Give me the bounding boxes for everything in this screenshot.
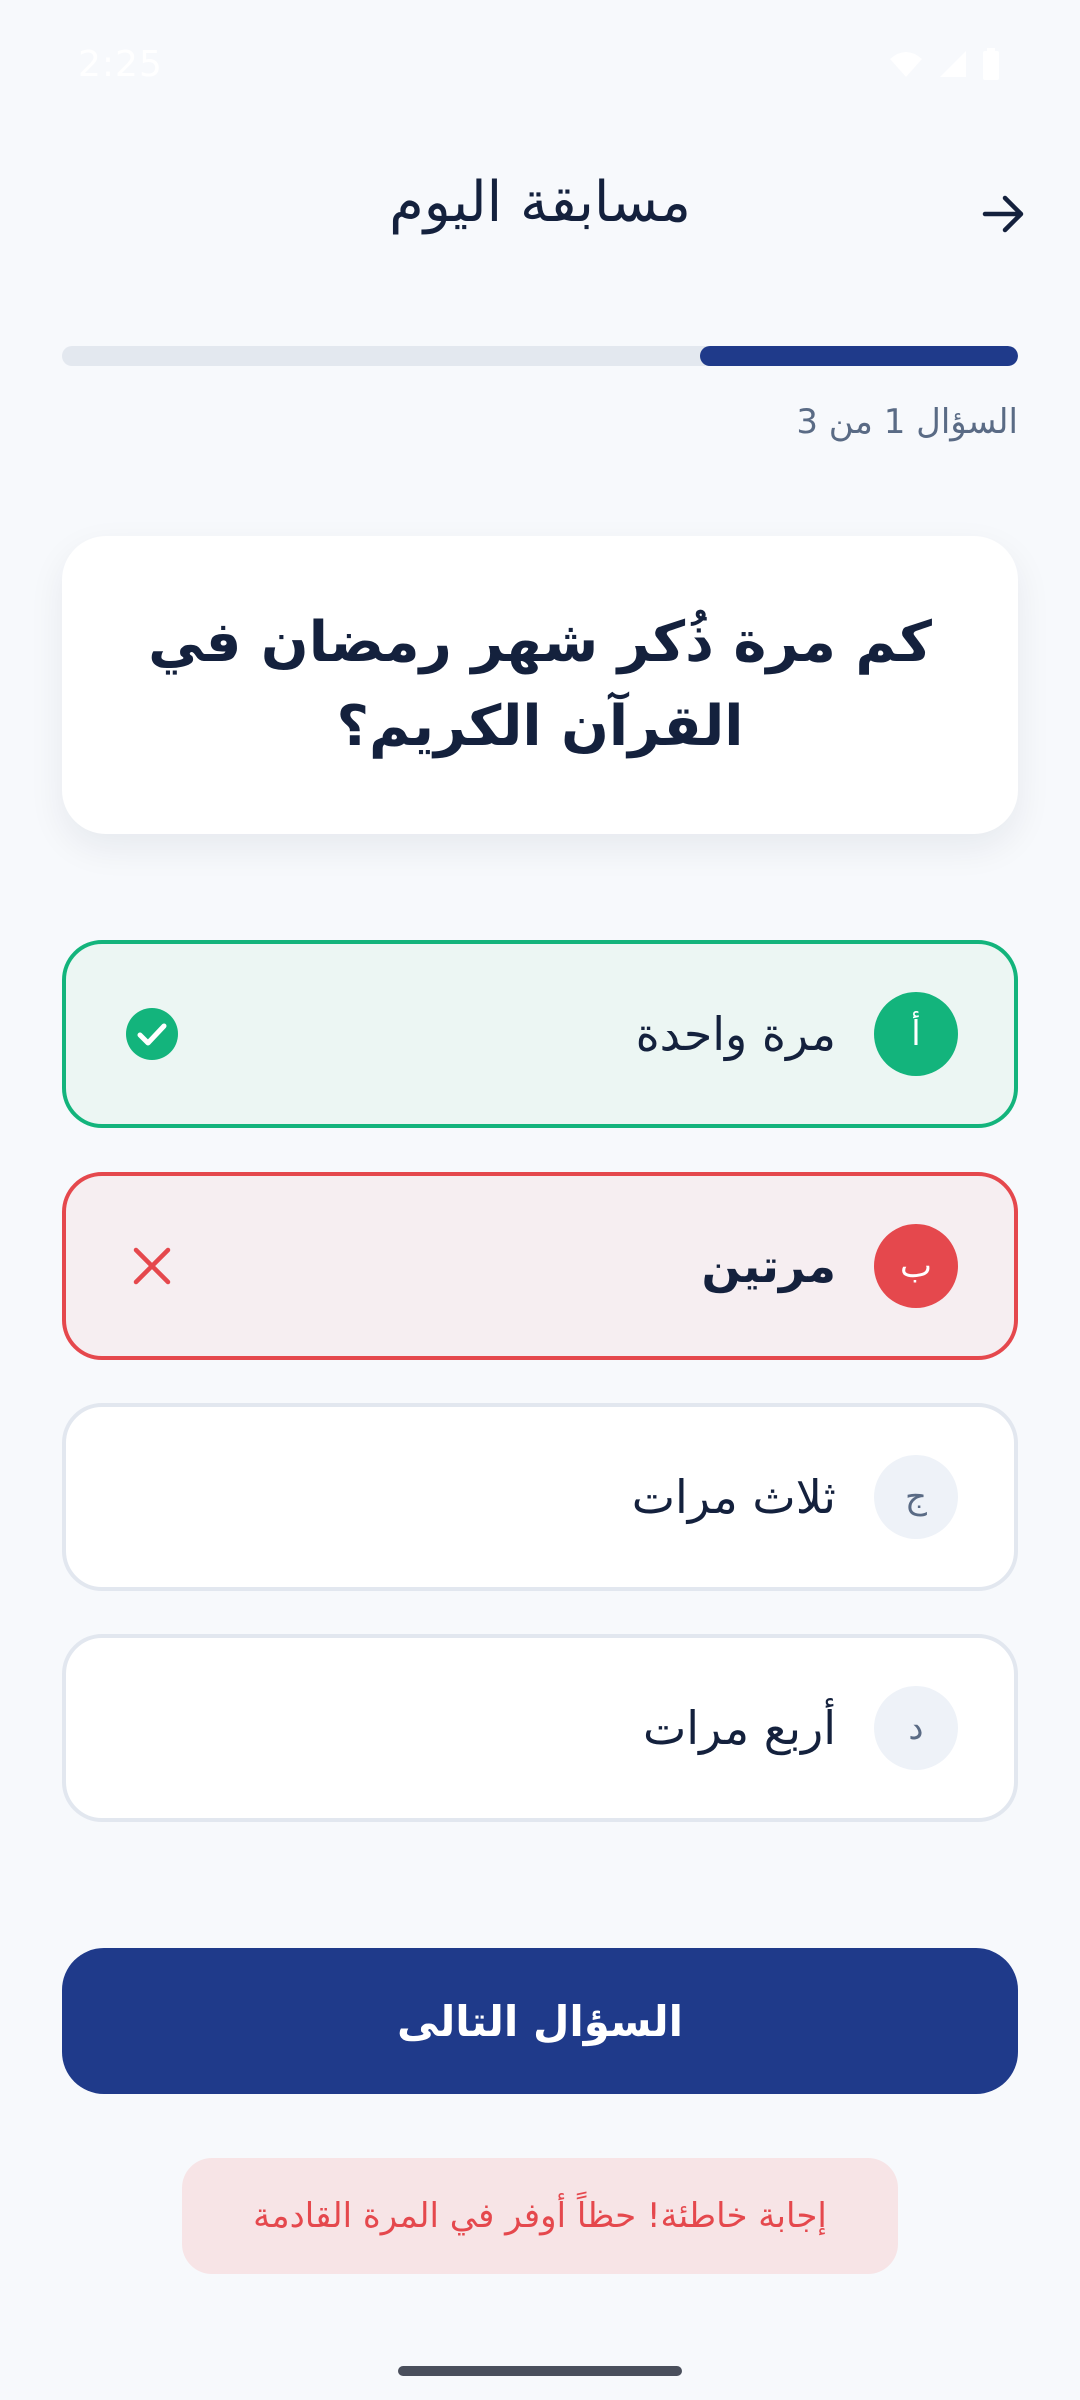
feedback-banner: إجابة خاطئة! حظاً أوفر في المرة القادمة [182, 2158, 898, 2274]
option-text: مرتين [701, 1239, 836, 1293]
progress-bar [62, 346, 1018, 366]
option-b[interactable]: ب مرتين [62, 1172, 1018, 1360]
option-text: أربع مرات [642, 1701, 836, 1755]
option-letter: ج [874, 1455, 958, 1539]
next-question-button[interactable]: السؤال التالى [62, 1948, 1018, 2094]
status-time: 2:25 [78, 44, 163, 85]
option-text: ثلاث مرات [631, 1470, 836, 1524]
header: مسابقة اليوم [0, 150, 1080, 270]
option-c[interactable]: ج ثلاث مرات [62, 1403, 1018, 1591]
progress-label: السؤال 1 من 3 [796, 402, 1018, 442]
status-icons [888, 48, 1000, 80]
option-letter: د [874, 1686, 958, 1770]
x-icon [122, 1236, 182, 1296]
question-text: كم مرة ذُكر شهر رمضان في القرآن الكريم؟ [148, 610, 932, 759]
option-a[interactable]: أ مرة واحدة [62, 940, 1018, 1128]
progress-fill [699, 346, 1018, 366]
option-letter: ب [874, 1224, 958, 1308]
question-card: كم مرة ذُكر شهر رمضان في القرآن الكريم؟ [62, 536, 1018, 834]
back-button[interactable] [968, 178, 1040, 250]
page-title: مسابقة اليوم [389, 170, 691, 235]
option-text: مرة واحدة [635, 1007, 836, 1061]
arrow-right-icon [982, 195, 1024, 233]
option-letter: أ [874, 992, 958, 1076]
signal-icon [940, 51, 966, 77]
status-bar: 2:25 [0, 0, 1080, 130]
battery-icon [983, 48, 999, 80]
option-d[interactable]: د أربع مرات [62, 1634, 1018, 1822]
feedback-text: إجابة خاطئة! حظاً أوفر في المرة القادمة [253, 2196, 827, 2236]
check-circle-icon [122, 1004, 182, 1064]
home-indicator[interactable] [398, 2366, 682, 2376]
wifi-icon [890, 52, 922, 77]
